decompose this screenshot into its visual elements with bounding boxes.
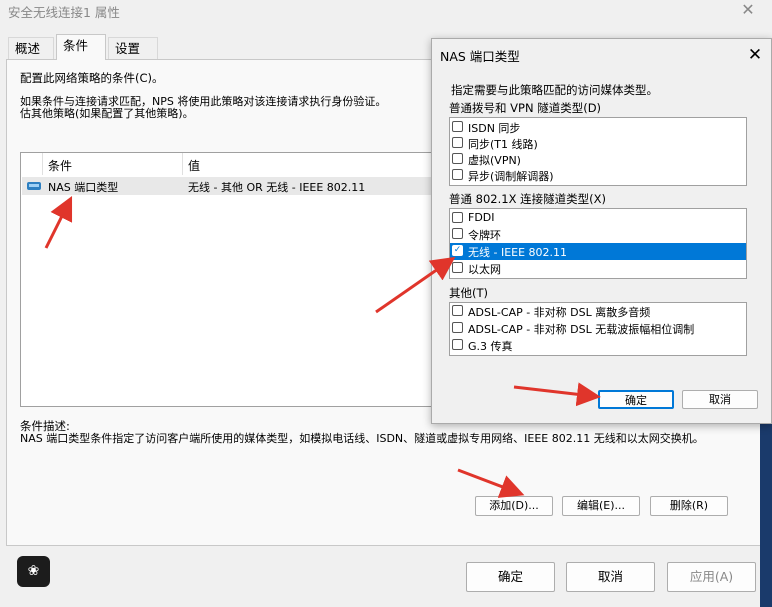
dialog-cancel-button[interactable]: 取消	[682, 390, 758, 409]
panel-description-line2: 估其他策略(如果配置了其他策略)。	[20, 107, 194, 120]
column-header-condition[interactable]: 条件	[48, 157, 72, 174]
column-divider	[42, 153, 43, 175]
delete-button[interactable]: 删除(R)	[650, 496, 728, 516]
column-divider[interactable]	[182, 153, 183, 175]
checkbox[interactable]	[452, 262, 463, 273]
list-item-adsl-cap[interactable]: ADSL-CAP - 非对称 DSL 无载波振幅相位调制	[450, 320, 746, 337]
checkbox[interactable]	[452, 322, 463, 333]
list-item-g3-fax[interactable]: G.3 传真	[450, 337, 746, 354]
apply-button[interactable]: 应用(A)	[667, 562, 756, 592]
group-label-other: 其他(T)	[449, 286, 488, 300]
checkbox[interactable]	[452, 121, 463, 132]
panel-heading: 配置此网络策略的条件(C)。	[20, 71, 164, 85]
window-title: 安全无线连接1 属性	[8, 5, 120, 20]
list-item-wireless-ieee-80211[interactable]: ✓ 无线 - IEEE 802.11	[450, 243, 746, 260]
dialog-ok-button[interactable]: 确定	[598, 390, 674, 409]
tab-settings[interactable]: 设置	[108, 37, 158, 59]
group-label-dialup-vpn: 普通拨号和 VPN 隧道类型(D)	[449, 101, 602, 115]
list-item-sync-t1[interactable]: 同步(T1 线路)	[450, 135, 746, 152]
app-icon[interactable]: ❀	[17, 556, 50, 587]
table-cell-condition: NAS 端口类型	[48, 181, 119, 194]
dialog-close-icon[interactable]: ✕	[744, 44, 766, 66]
list-item-adsl-dmt[interactable]: ADSL-CAP - 非对称 DSL 离散多音频	[450, 303, 746, 320]
ok-button[interactable]: 确定	[466, 562, 555, 592]
background-desktop-strip	[760, 420, 772, 607]
list-item-virtual-vpn[interactable]: 虚拟(VPN)	[450, 151, 746, 168]
checkbox[interactable]	[452, 212, 463, 223]
list-item-isdn-sync[interactable]: ISDN 同步	[450, 119, 746, 136]
table-cell-value: 无线 - 其他 OR 无线 - IEEE 802.11	[188, 181, 366, 194]
column-header-value[interactable]: 值	[188, 157, 200, 174]
checkbox[interactable]	[452, 305, 463, 316]
tab-overview[interactable]: 概述	[8, 37, 54, 59]
network-adapter-icon	[27, 182, 41, 190]
tab-conditions[interactable]: 条件	[56, 34, 106, 60]
add-button[interactable]: 添加(D)...	[475, 496, 553, 516]
checkbox[interactable]	[452, 228, 463, 239]
list-item-ethernet[interactable]: 以太网	[450, 260, 746, 277]
list-item-async-modem[interactable]: 异步(调制解调器)	[450, 167, 746, 184]
panel-description: 如果条件与连接请求匹配，NPS 将使用此策略对该连接请求执行身份验证。 估其他策…	[20, 96, 440, 120]
list-item-fddi[interactable]: FDDI	[450, 210, 746, 227]
checkbox-checked[interactable]: ✓	[452, 245, 463, 256]
dialog-title: NAS 端口类型	[440, 49, 520, 64]
list-item-token-ring[interactable]: 令牌环	[450, 226, 746, 243]
group-label-8021x: 普通 802.1X 连接隧道类型(X)	[449, 192, 606, 206]
cancel-button[interactable]: 取消	[566, 562, 655, 592]
checkbox[interactable]	[452, 169, 463, 180]
checkbox[interactable]	[452, 339, 463, 350]
edit-button[interactable]: 编辑(E)...	[562, 496, 640, 516]
checkbox[interactable]	[452, 153, 463, 164]
condition-description-text: NAS 端口类型条件指定了访问客户端所使用的媒体类型，如模拟电话线、ISDN、隧…	[20, 432, 704, 445]
checkbox[interactable]	[452, 137, 463, 148]
dialog-instruction: 指定需要与此策略匹配的访问媒体类型。	[451, 83, 658, 97]
window-close-icon[interactable]: ✕	[738, 0, 758, 20]
